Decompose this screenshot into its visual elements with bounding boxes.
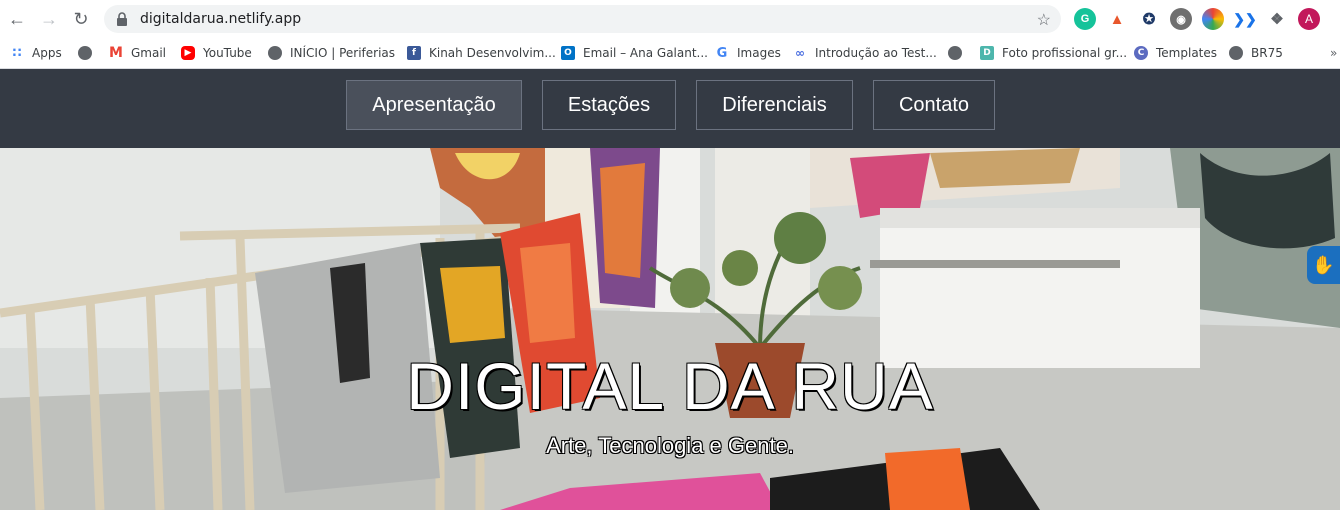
bookmark-br75[interactable]: BR75 (1229, 44, 1283, 62)
lock-icon (116, 12, 130, 26)
extension-bolt-icon[interactable]: ✪ (1138, 8, 1160, 30)
facebook-icon: f (407, 46, 421, 60)
bookmark-email[interactable]: O Email – Ana Galant... (561, 44, 708, 62)
extension-wave-icon[interactable]: ❯❯ (1233, 8, 1257, 30)
profile-avatar[interactable]: A (1298, 8, 1320, 30)
extension-flame-icon[interactable]: ▲ (1106, 8, 1128, 30)
bookmark-globe[interactable] (78, 44, 100, 62)
bookmark-periferias[interactable]: INÍCIO | Periferias (268, 44, 395, 62)
extension-color-icon[interactable] (1202, 8, 1224, 30)
hero-section: DIGITAL DA RUA Arte, Tecnologia e Gente.… (0, 148, 1340, 510)
globe-icon (948, 46, 962, 60)
extension-mask-icon[interactable]: ◉ (1170, 8, 1192, 30)
bookmark-star-icon[interactable]: ☆ (1037, 10, 1051, 30)
document-icon: D (980, 46, 994, 60)
accessibility-hand-icon[interactable]: ✋ (1307, 246, 1340, 284)
bookmarks-bar: ∷ Apps M Gmail ▶ YouTube INÍCIO | Perife… (0, 38, 1340, 69)
gmail-icon: M (109, 45, 123, 61)
google-icon: G (716, 45, 728, 61)
url-text: digitaldarua.netlify.app (140, 11, 302, 27)
bookmark-apps[interactable]: ∷ Apps (10, 44, 61, 62)
youtube-icon: ▶ (181, 46, 195, 60)
nav-diferenciais[interactable]: Diferenciais (696, 80, 853, 130)
bookmark-images[interactable]: G Images (715, 44, 781, 62)
hero-subtitle: Arte, Tecnologia e Gente. (546, 433, 794, 458)
bookmark-globe-2[interactable] (948, 44, 970, 62)
grammarly-icon[interactable]: G (1074, 8, 1096, 30)
nav-contato[interactable]: Contato (873, 80, 995, 130)
bookmark-kinah[interactable]: f Kinah Desenvolvim... (407, 44, 556, 62)
canva-icon: C (1134, 46, 1148, 60)
globe-icon (268, 46, 282, 60)
globe-icon (1229, 46, 1243, 60)
bookmark-gmail[interactable]: M Gmail (109, 44, 166, 62)
bookmark-foto[interactable]: D Foto profissional gr... (980, 44, 1127, 62)
address-bar[interactable]: digitaldarua.netlify.app ☆ (104, 5, 1061, 33)
back-icon[interactable]: ← (6, 8, 28, 30)
hero-title: DIGITAL DA RUA (406, 349, 934, 423)
bookmarks-overflow-icon[interactable]: » (1330, 44, 1337, 62)
reload-icon[interactable]: ↻ (70, 8, 92, 30)
outlook-icon: O (561, 46, 575, 60)
site-navbar: Apresentação Estações Diferenciais Conta… (0, 69, 1340, 148)
extensions-puzzle-icon[interactable]: ❖ (1266, 8, 1288, 30)
browser-toolbar: ← → ↻ digitaldarua.netlify.app ☆ G ▲ ✪ ◉… (0, 0, 1340, 38)
bookmark-templates[interactable]: C Templates (1134, 44, 1217, 62)
bookmark-introducao[interactable]: ∞ Introdução ao Test... (793, 44, 937, 62)
bookmark-youtube[interactable]: ▶ YouTube (181, 44, 252, 62)
globe-icon (78, 46, 92, 60)
apps-grid-icon: ∷ (12, 45, 22, 61)
nav-apresentacao[interactable]: Apresentação (346, 80, 522, 130)
link-icon: ∞ (795, 46, 805, 60)
nav-estacoes[interactable]: Estações (542, 80, 676, 130)
forward-icon[interactable]: → (38, 8, 60, 30)
